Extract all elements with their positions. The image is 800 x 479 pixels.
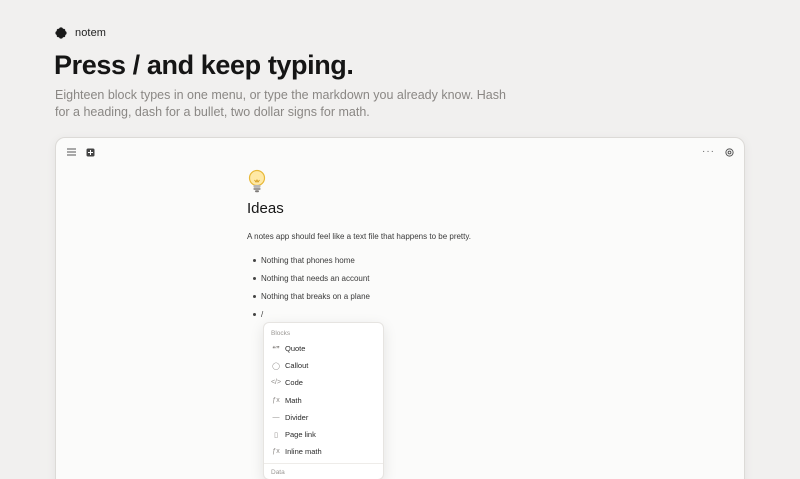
bullet-dot — [253, 276, 256, 280]
page-subline: Eighteen block types in one menu, or typ… — [55, 88, 506, 119]
inline-math-icon: ƒx — [272, 448, 280, 456]
list-item-active[interactable]: / — [247, 305, 577, 323]
brand: notem — [55, 27, 106, 39]
app-window: ··· Ideas A notes app should feel like a… — [55, 137, 745, 479]
document: Ideas A notes app should feel like a tex… — [247, 169, 577, 323]
menu-item-label: Divider — [285, 412, 309, 422]
bullet-dot — [253, 258, 256, 262]
menu-item-inline-math[interactable]: ƒx Inline math — [264, 443, 383, 460]
list-item[interactable]: Nothing that phones home — [247, 251, 577, 269]
slash-command-text: / — [261, 309, 264, 319]
menu-item-label: Page link — [285, 430, 316, 440]
lightbulb-icon — [248, 169, 266, 193]
toolbar-right: ··· — [702, 147, 734, 157]
settings-icon[interactable] — [724, 147, 734, 157]
list-item-text: Nothing that phones home — [261, 255, 355, 265]
list-item-text: Nothing that needs an account — [261, 273, 370, 283]
menu-divider — [264, 463, 383, 465]
brand-name: notem — [75, 27, 107, 39]
math-icon: ƒx — [272, 396, 280, 404]
new-page-icon[interactable] — [85, 147, 95, 157]
bullet-list: Nothing that phones home Nothing that ne… — [247, 251, 577, 323]
toolbar-left — [66, 147, 95, 157]
flower-logo-icon — [55, 27, 67, 39]
menu-item-code[interactable]: </> Code — [264, 374, 383, 391]
menu-group-label: Blocks — [271, 330, 291, 337]
menu-item-label: Quote — [285, 344, 306, 354]
doc-paragraph[interactable]: A notes app should feel like a text file… — [247, 232, 577, 241]
more-options-button[interactable]: ··· — [702, 147, 715, 157]
menu-group-label: Data — [271, 469, 285, 477]
page-headline: Press / and keep typing. — [54, 50, 354, 80]
slash-command-menu: Blocks ❝❞ Quote ◯ Callout </> Code ƒx Math —… — [263, 322, 384, 479]
bullet-dot — [253, 312, 256, 316]
menu-item-label: Callout — [285, 361, 309, 371]
divider-icon: — — [272, 413, 280, 421]
menu-item-page-link[interactable]: ▯ Page link — [264, 426, 383, 443]
page-link-icon: ▯ — [274, 431, 278, 439]
code-icon: </> — [270, 379, 282, 387]
quote-icon: ❝❞ — [272, 345, 280, 353]
doc-title[interactable]: Ideas — [247, 200, 577, 217]
list-item[interactable]: Nothing that breaks on a plane — [247, 287, 577, 305]
menu-item-label: Code — [285, 378, 303, 388]
menu-item-quote[interactable]: ❝❞ Quote — [264, 340, 383, 357]
bullet-dot — [253, 294, 256, 298]
list-item-text: Nothing that breaks on a plane — [261, 291, 370, 301]
menu-item-divider[interactable]: — Divider — [264, 409, 383, 426]
menu-icon[interactable] — [66, 147, 76, 157]
menu-item-label: Inline math — [285, 447, 322, 457]
callout-icon: ◯ — [272, 362, 280, 370]
menu-item-label: Math — [285, 395, 302, 405]
menu-item-math[interactable]: ƒx Math — [264, 392, 383, 409]
list-item[interactable]: Nothing that needs an account — [247, 269, 577, 287]
menu-item-callout[interactable]: ◯ Callout — [264, 357, 383, 374]
